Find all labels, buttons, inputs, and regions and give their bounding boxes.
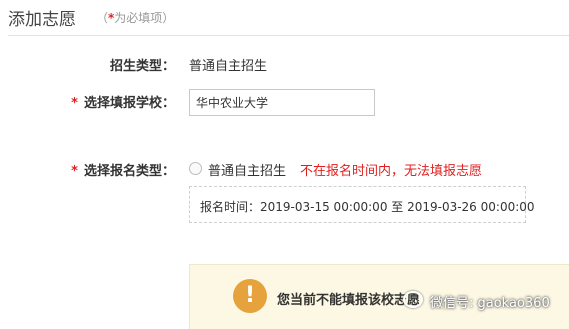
warning-icon: !	[233, 279, 267, 313]
required-mark: *	[71, 164, 78, 179]
required-note-open: （	[96, 11, 109, 25]
page-title: 添加志愿	[8, 10, 76, 30]
required-mark: *	[71, 96, 78, 111]
admission-type-label: 招生类型：	[109, 59, 175, 74]
required-note-text: 为必填项）	[114, 11, 175, 25]
wechat-icon	[403, 291, 423, 308]
school-input[interactable]	[189, 89, 375, 116]
admission-type-value: 普通自主招生	[189, 59, 268, 74]
page-header: 添加志愿 （*为必填项）	[0, 0, 569, 36]
apply-type-label: * 选择报名类型：	[71, 164, 175, 179]
wechat-watermark: 微信号: gaokao360	[430, 296, 550, 311]
apply-type-error: 不在报名时间内，无法填报志愿	[300, 164, 483, 179]
application-time-text: 报名时间：2019-03-15 00:00:00 至 2019-03-26 00…	[200, 200, 535, 214]
application-time-box: 报名时间：2019-03-15 00:00:00 至 2019-03-26 00…	[189, 186, 535, 223]
apply-type-option-label[interactable]: 普通自主招生	[208, 160, 286, 179]
required-note: （*为必填项）	[96, 9, 174, 26]
school-label: * 选择填报学校：	[71, 96, 175, 111]
alert-message: 您当前不能填报该校志愿	[277, 293, 421, 308]
apply-type-radio[interactable]	[189, 162, 202, 175]
add-application-page: 添加志愿 （*为必填项） 招生类型： 普通自主招生 *选择填报学校： *选择报名…	[0, 0, 569, 329]
header-divider	[8, 35, 569, 36]
